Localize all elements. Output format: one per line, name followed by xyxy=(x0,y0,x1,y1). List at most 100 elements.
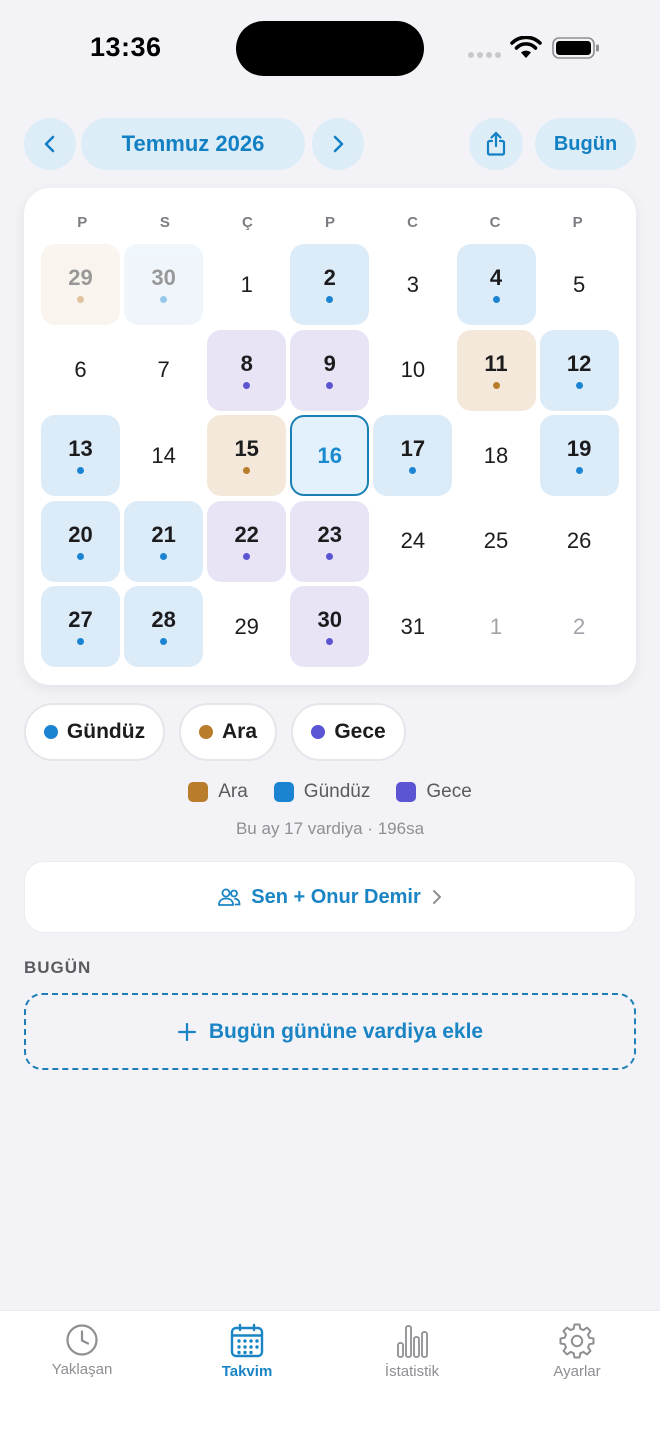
tab-yaklasan[interactable]: Yaklaşan xyxy=(22,1323,142,1378)
shift-dot xyxy=(243,381,251,389)
filter-chip-day[interactable]: Gündüz xyxy=(24,703,165,761)
partner-compare-button[interactable]: Sen + Onur Demir xyxy=(24,861,636,933)
day-number: 17 xyxy=(400,436,426,461)
calendar-day[interactable]: 9 xyxy=(290,329,370,411)
shift-dot xyxy=(326,381,334,389)
calendar-day[interactable]: 24 xyxy=(373,501,452,582)
day-number: 24 xyxy=(400,528,426,553)
shift-dot xyxy=(326,296,334,303)
calendar-day[interactable]: 29 xyxy=(41,244,120,325)
day-number: 21 xyxy=(151,521,176,547)
calendar-day[interactable]: 22 xyxy=(207,500,287,582)
month-title-button[interactable]: Temmuz 2026 xyxy=(81,118,305,170)
day-number: 31 xyxy=(400,613,426,639)
tab-label: Takvim xyxy=(221,1363,273,1380)
calendar-day[interactable]: 10 xyxy=(373,330,452,411)
day-number: 8 xyxy=(240,350,253,376)
day-number: 27 xyxy=(68,607,93,632)
tab-istatistik[interactable]: İstatistik xyxy=(352,1323,472,1380)
calendar-day[interactable]: 7 xyxy=(124,330,203,411)
filter-chip-night[interactable]: Gece xyxy=(291,703,406,761)
dynamic-island xyxy=(236,21,424,76)
calendar-day[interactable]: 21 xyxy=(124,500,204,582)
bar-chart-icon xyxy=(397,1325,428,1358)
calendar-day[interactable]: 27 xyxy=(41,586,120,667)
weekday-header-row: PSÇPCCP xyxy=(41,214,619,231)
calendar-day-today[interactable]: 16 xyxy=(290,415,370,496)
calendar-day[interactable]: 17 xyxy=(373,415,453,496)
calendar-day[interactable]: 11 xyxy=(456,329,536,411)
calendar-day[interactable]: 30 xyxy=(290,586,370,667)
legend-item-day: Gündüz xyxy=(273,781,371,803)
add-shift-today-button[interactable]: Bugün gününe vardiya ekle xyxy=(24,993,636,1070)
day-number: 4 xyxy=(489,265,503,290)
day-number: 5 xyxy=(572,271,586,297)
tab-ayarlar[interactable]: Ayarlar xyxy=(517,1323,637,1380)
shift-dot xyxy=(243,467,251,474)
calendar-day[interactable]: 25 xyxy=(457,501,536,582)
day-number: 20 xyxy=(68,521,93,547)
legend-item-ara: Ara xyxy=(188,781,248,803)
calendar-day[interactable]: 3 xyxy=(373,244,452,325)
calendar-day[interactable]: 14 xyxy=(124,415,203,496)
calendar-day[interactable]: 23 xyxy=(290,500,370,582)
shift-dot xyxy=(575,467,583,474)
chip-color-dot xyxy=(198,725,213,739)
calendar-day[interactable]: 4 xyxy=(456,244,536,325)
calendar-day[interactable]: 2 xyxy=(290,244,370,325)
calendar-header: Temmuz 2026 Bugün xyxy=(24,118,636,170)
chip-label: Ara xyxy=(221,720,258,743)
partner-label: Sen + Onur Demir xyxy=(251,885,421,908)
calendar-day[interactable]: 13 xyxy=(41,415,120,496)
calendar-day[interactable]: 12 xyxy=(539,329,619,411)
cellular-signal-icon xyxy=(468,52,501,58)
shift-dot xyxy=(326,638,334,645)
calendar-day[interactable]: 6 xyxy=(41,330,120,411)
chevron-right-icon xyxy=(432,890,441,904)
calendar-day[interactable]: 19 xyxy=(539,415,619,496)
legend-label: Gece xyxy=(426,781,472,802)
calendar-day[interactable]: 20 xyxy=(41,500,120,582)
calendar-day[interactable]: 30 xyxy=(124,244,204,325)
shift-dot xyxy=(160,638,168,645)
shift-dot xyxy=(160,296,168,303)
shift-dot xyxy=(77,296,84,303)
shift-dot xyxy=(575,381,583,389)
shift-dot xyxy=(160,552,168,560)
shift-dot xyxy=(77,638,84,645)
shift-dot xyxy=(492,296,500,303)
wifi-icon xyxy=(510,36,542,58)
tab-label: İstatistik xyxy=(384,1363,440,1380)
day-number: 2 xyxy=(323,265,336,290)
day-number: 30 xyxy=(317,607,343,632)
shift-dot xyxy=(243,552,251,560)
calendar-day[interactable]: 18 xyxy=(457,415,536,496)
chevron-right-icon xyxy=(333,135,344,153)
share-button[interactable] xyxy=(469,118,523,170)
weekday-label: C xyxy=(489,214,501,231)
calendar-day[interactable]: 15 xyxy=(207,415,287,496)
filter-chip-ara[interactable]: Ara xyxy=(179,703,277,761)
calendar-day[interactable]: 1 xyxy=(207,244,286,325)
weekday-label: C xyxy=(407,214,418,231)
chip-color-dot xyxy=(311,725,326,739)
calendar-icon xyxy=(230,1323,264,1358)
calendar-day[interactable]: 1 xyxy=(457,586,536,667)
day-number: 2 xyxy=(572,613,586,639)
legend-label: Gündüz xyxy=(303,781,371,802)
next-month-button[interactable] xyxy=(312,118,364,170)
tab-takvim[interactable]: Takvim xyxy=(187,1323,307,1380)
weekday-label: P xyxy=(77,214,88,231)
calendar-day[interactable]: 2 xyxy=(540,586,619,667)
today-button[interactable]: Bugün xyxy=(535,118,636,170)
day-number: 23 xyxy=(317,521,343,547)
calendar-day[interactable]: 26 xyxy=(540,501,619,582)
calendar-day[interactable]: 31 xyxy=(373,586,452,667)
calendar-day[interactable]: 8 xyxy=(207,329,287,411)
calendar-day[interactable]: 29 xyxy=(207,586,286,667)
calendar-day[interactable]: 28 xyxy=(124,586,204,667)
shift-dot xyxy=(326,552,334,560)
previous-month-button[interactable] xyxy=(24,118,76,170)
calendar-day[interactable]: 5 xyxy=(540,244,619,325)
day-number: 26 xyxy=(566,528,592,553)
